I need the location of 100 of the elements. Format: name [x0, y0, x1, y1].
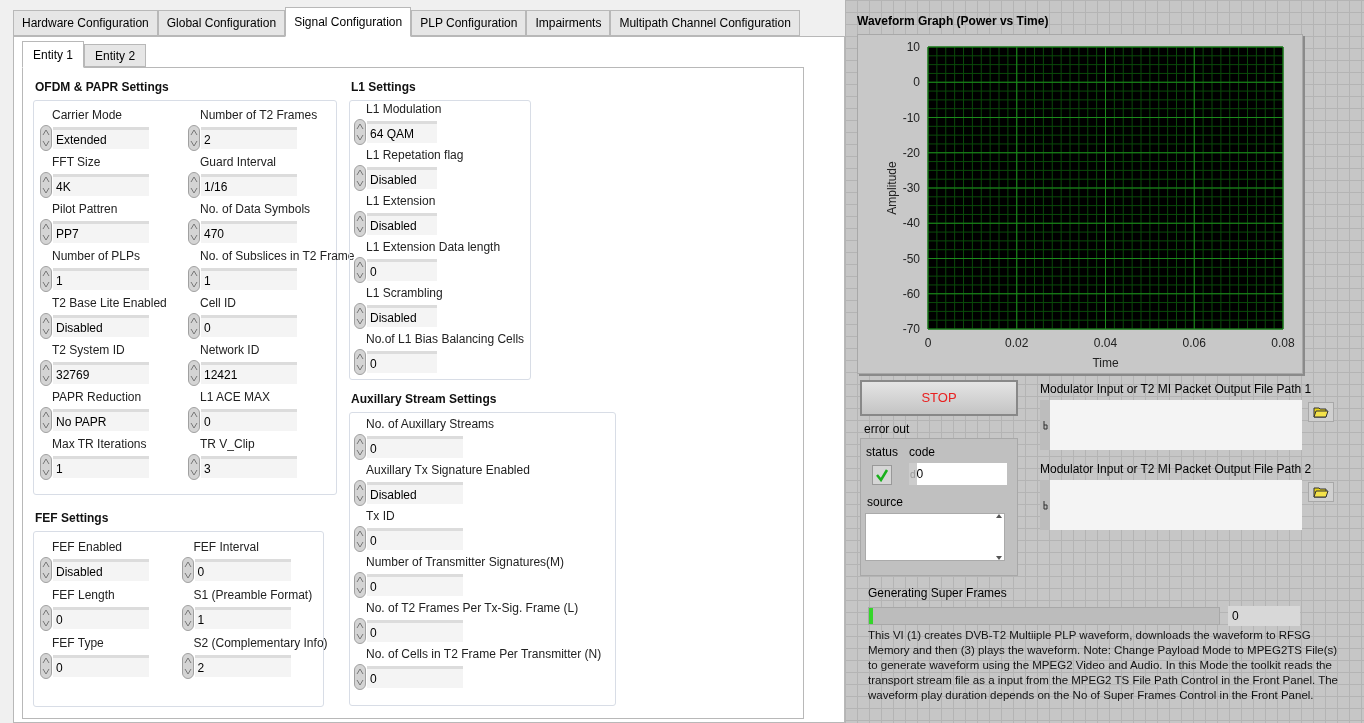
- value-field[interactable]: 470: [201, 221, 297, 243]
- increment-decrement-button[interactable]: [181, 605, 194, 631]
- tab[interactable]: Entity 2: [84, 44, 147, 67]
- tab[interactable]: PLP Configuration: [411, 10, 527, 36]
- value-field[interactable]: 0: [201, 315, 297, 337]
- value-field[interactable]: 1/16: [201, 174, 297, 196]
- value-field[interactable]: 0: [367, 351, 437, 373]
- browse-button[interactable]: [1308, 482, 1334, 502]
- increment-decrement-button[interactable]: [40, 313, 52, 339]
- tab[interactable]: Impairments: [526, 10, 611, 36]
- field-label: FEF Interval: [193, 540, 259, 555]
- value-field[interactable]: 0: [367, 528, 463, 550]
- field-label: No.of L1 Bias Balancing Cells: [366, 332, 525, 347]
- increment-decrement-button[interactable]: [188, 360, 200, 386]
- field-label: T2 System ID: [52, 343, 125, 358]
- value-field[interactable]: 0: [367, 259, 437, 281]
- value-field[interactable]: 12421: [201, 362, 297, 384]
- x-tick-label: 0.02: [1005, 336, 1029, 350]
- value-field[interactable]: Disabled: [53, 559, 149, 581]
- field-label: Network ID: [200, 343, 260, 358]
- increment-decrement-button[interactable]: [181, 557, 194, 583]
- scrollbar[interactable]: [994, 514, 1004, 560]
- increment-decrement-button[interactable]: [188, 454, 200, 480]
- value-field[interactable]: 1: [194, 607, 291, 629]
- group-title: Auxillary Stream Settings: [351, 391, 498, 408]
- value-field[interactable]: 0: [367, 666, 463, 688]
- value-field[interactable]: 1: [53, 456, 149, 478]
- field-label: TR V_Clip: [200, 437, 255, 452]
- value-field[interactable]: 4K: [53, 174, 149, 196]
- increment-decrement-button[interactable]: [40, 172, 52, 198]
- increment-decrement-button[interactable]: [354, 618, 366, 644]
- value-field[interactable]: Disabled: [367, 213, 437, 235]
- tab[interactable]: Hardware Configuration: [13, 10, 158, 36]
- increment-decrement-button[interactable]: [354, 572, 366, 598]
- increment-decrement-button[interactable]: [354, 526, 366, 552]
- value-field[interactable]: 0: [53, 655, 149, 677]
- value-field[interactable]: 0: [53, 607, 149, 629]
- group-title: L1 Settings: [351, 79, 417, 96]
- increment-decrement-button[interactable]: [40, 407, 52, 433]
- value-field[interactable]: No PAPR: [53, 409, 149, 431]
- increment-decrement-button[interactable]: [188, 172, 200, 198]
- value-field[interactable]: 1: [53, 268, 149, 290]
- value-field[interactable]: 0: [194, 559, 291, 581]
- value-field[interactable]: Extended: [53, 127, 149, 149]
- value-field[interactable]: Disabled: [367, 482, 463, 504]
- increment-decrement-button[interactable]: [40, 125, 52, 151]
- value-field[interactable]: 0: [367, 620, 463, 642]
- value-field[interactable]: 0: [367, 436, 463, 458]
- value-field[interactable]: 1: [201, 268, 297, 290]
- increment-decrement-button[interactable]: [188, 125, 200, 151]
- value-field[interactable]: 2: [194, 655, 291, 677]
- value-field[interactable]: 0: [367, 574, 463, 596]
- value-field[interactable]: PP7: [53, 221, 149, 243]
- folder-icon: [1313, 486, 1329, 498]
- increment-decrement-button[interactable]: [188, 313, 200, 339]
- increment-decrement-button[interactable]: [354, 303, 366, 329]
- increment-decrement-button[interactable]: [354, 349, 366, 375]
- tab[interactable]: Entity 1: [22, 41, 85, 68]
- value-field[interactable]: Disabled: [367, 305, 437, 327]
- increment-decrement-button[interactable]: [188, 266, 200, 292]
- increment-decrement-button[interactable]: [354, 119, 366, 145]
- increment-decrement-button[interactable]: [188, 407, 200, 433]
- value-field[interactable]: 3: [201, 456, 297, 478]
- increment-decrement-button[interactable]: [354, 664, 366, 690]
- value-field[interactable]: 0: [201, 409, 297, 431]
- field-label: L1 Scrambling: [366, 286, 443, 301]
- browse-button[interactable]: [1308, 402, 1334, 422]
- increment-decrement-button[interactable]: [40, 360, 52, 386]
- source-field[interactable]: [865, 513, 1005, 561]
- scroll-down-icon[interactable]: [996, 556, 1002, 560]
- increment-decrement-button[interactable]: [188, 219, 200, 245]
- value-field[interactable]: 32769: [53, 362, 149, 384]
- path-field[interactable]: [1040, 480, 1302, 530]
- increment-decrement-button[interactable]: [354, 480, 366, 506]
- value-field[interactable]: Disabled: [53, 315, 149, 337]
- increment-decrement-button[interactable]: [40, 219, 52, 245]
- group-title: FEF Settings: [35, 510, 110, 527]
- field-label: Tx ID: [366, 509, 395, 524]
- increment-decrement-button[interactable]: [354, 165, 366, 191]
- increment-decrement-button[interactable]: [181, 653, 194, 679]
- increment-decrement-button[interactable]: [354, 211, 366, 237]
- increment-decrement-button[interactable]: [40, 454, 52, 480]
- value-field[interactable]: Disabled: [367, 167, 437, 189]
- field-label: FEF Length: [52, 588, 115, 603]
- value-field[interactable]: 2: [201, 127, 297, 149]
- increment-decrement-button[interactable]: [40, 605, 52, 631]
- value-field[interactable]: 64 QAM: [367, 121, 437, 143]
- increment-decrement-button[interactable]: [354, 257, 366, 283]
- path-field[interactable]: [1040, 400, 1302, 450]
- y-tick-label: -20: [902, 145, 920, 160]
- tab[interactable]: Signal Configuration: [285, 7, 412, 37]
- increment-decrement-button[interactable]: [354, 434, 366, 460]
- y-tick-label: -60: [902, 286, 920, 301]
- increment-decrement-button[interactable]: [40, 653, 52, 679]
- tab[interactable]: Global Configuration: [157, 10, 286, 36]
- increment-decrement-button[interactable]: [40, 557, 52, 583]
- field-label: FFT Size: [52, 155, 101, 170]
- scroll-up-icon[interactable]: [996, 514, 1002, 518]
- increment-decrement-button[interactable]: [40, 266, 52, 292]
- tab[interactable]: Multipath Channel Configuration: [610, 10, 800, 36]
